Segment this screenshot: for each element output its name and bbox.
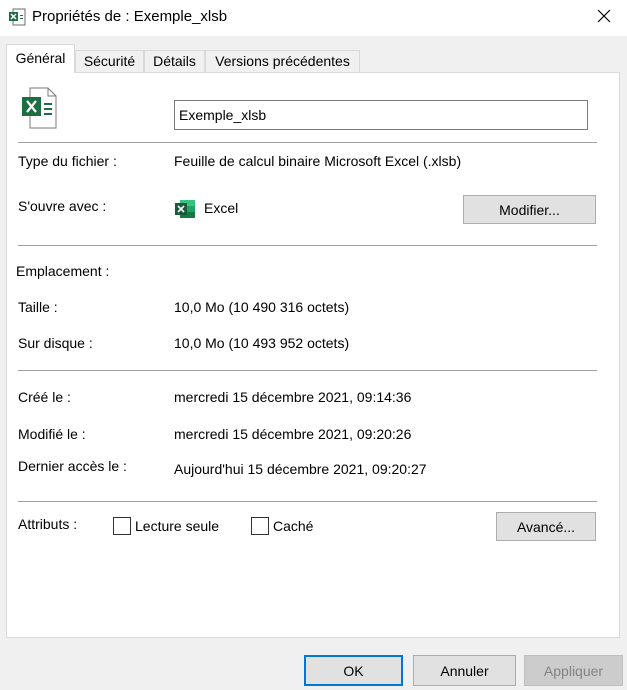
opens-with-label: S'ouvre avec :	[18, 198, 107, 214]
tab-details[interactable]: Détails	[144, 50, 205, 72]
excel-app-icon	[175, 200, 195, 218]
window-title: Propriétés de : Exemple_xlsb	[32, 8, 228, 25]
excel-file-icon	[9, 8, 26, 26]
readonly-checkbox[interactable]	[113, 517, 131, 535]
readonly-label[interactable]: Lecture seule	[135, 518, 219, 534]
title-bar: Propriétés de : Exemple_xlsb	[0, 0, 627, 36]
apply-button[interactable]: Appliquer	[524, 655, 623, 686]
attributes-label: Attributs :	[18, 516, 78, 532]
created-label: Créé le :	[18, 389, 71, 405]
disk-size-value: 10,0 Mo (10 493 952 octets)	[174, 335, 350, 351]
separator	[18, 501, 597, 502]
separator	[18, 245, 597, 246]
file-name-input[interactable]	[174, 100, 588, 130]
location-label: Emplacement :	[16, 263, 110, 279]
file-type-value: Feuille de calcul binaire Microsoft Exce…	[174, 153, 462, 169]
modified-value: mercredi 15 décembre 2021, 09:20:26	[174, 426, 412, 442]
tab-previous-versions[interactable]: Versions précédentes	[205, 50, 360, 72]
general-panel: Type du fichier : Feuille de calcul bina…	[6, 72, 620, 638]
disk-size-label: Sur disque :	[18, 335, 93, 351]
separator	[18, 370, 597, 371]
created-value: mercredi 15 décembre 2021, 09:14:36	[174, 389, 412, 405]
tab-general[interactable]: Général	[6, 44, 75, 73]
close-icon	[597, 9, 611, 23]
size-value: 10,0 Mo (10 490 316 octets)	[174, 299, 350, 315]
modified-label: Modifié le :	[18, 426, 86, 442]
advanced-button[interactable]: Avancé...	[496, 512, 596, 541]
modify-button[interactable]: Modifier...	[463, 195, 596, 224]
hidden-checkbox[interactable]	[251, 517, 269, 535]
opens-with-value: Excel	[204, 200, 239, 216]
separator	[18, 142, 597, 143]
file-type-label: Type du fichier :	[18, 153, 117, 169]
size-label: Taille :	[18, 299, 58, 315]
accessed-value: Aujourd'hui 15 décembre 2021, 09:20:27	[174, 461, 427, 477]
accessed-label: Dernier accès le :	[18, 458, 127, 474]
ok-button[interactable]: OK	[304, 655, 403, 686]
tab-security[interactable]: Sécurité	[75, 50, 144, 72]
hidden-label[interactable]: Caché	[273, 518, 313, 534]
cancel-button[interactable]: Annuler	[413, 655, 516, 686]
close-button[interactable]	[581, 0, 627, 32]
excel-file-icon	[22, 87, 57, 129]
